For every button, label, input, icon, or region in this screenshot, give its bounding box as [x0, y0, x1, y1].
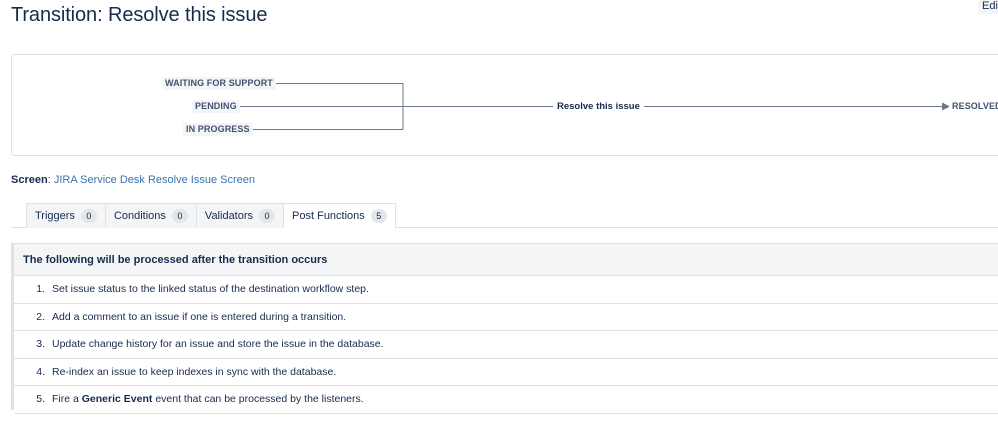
item-text-pre: Fire a	[52, 393, 79, 405]
tab-label: Post Functions	[292, 210, 365, 222]
item-number: 4.	[36, 365, 45, 378]
tab-validators[interactable]: Validators 0	[195, 203, 285, 228]
item-number: 2.	[36, 310, 45, 323]
status-in-progress[interactable]: IN PROGRESS	[183, 123, 253, 136]
post-functions-panel: The following will be processed after th…	[11, 243, 998, 414]
panel-heading: The following will be processed after th…	[14, 243, 998, 276]
item-text: Set issue status to the linked status of…	[52, 283, 369, 295]
list-item: 4. Re-index an issue to keep indexes in s…	[14, 359, 998, 386]
screen-info: Screen: JIRA Service Desk Resolve Issue …	[11, 174, 255, 186]
item-number: 5.	[36, 393, 45, 405]
tab-label: Triggers	[35, 210, 75, 222]
count-badge: 0	[259, 209, 276, 223]
item-text: Add a comment to an issue if one is ente…	[52, 310, 347, 323]
list-item: 5. Fire a Generic Event event that can be…	[14, 386, 998, 414]
item-text: Update change history for an issue and s…	[52, 338, 384, 350]
workflow-diagram: WAITING FOR SUPPORT PENDING IN PROGRESS …	[11, 54, 998, 156]
screen-link[interactable]: JIRA Service Desk Resolve Issue Screen	[54, 174, 255, 186]
edit-button[interactable]: Edi	[978, 0, 998, 14]
list-item: 1. Set issue status to the linked status …	[14, 276, 998, 304]
list-item: 2. Add a comment to an issue if one is en…	[14, 304, 998, 331]
status-resolved[interactable]: RESOLVED	[949, 100, 998, 113]
item-text: Re-index an issue to keep indexes in syn…	[52, 365, 337, 378]
screen-label: Screen	[11, 174, 48, 186]
transition-label[interactable]: Resolve this issue	[553, 101, 644, 112]
tab-post-functions[interactable]: Post Functions 5	[283, 203, 396, 229]
item-text-post: event that can be processed by the liste…	[155, 393, 364, 405]
status-pending[interactable]: PENDING	[192, 100, 240, 113]
page-title: Transition: Resolve this issue	[11, 4, 268, 26]
count-badge: 0	[80, 209, 97, 223]
tab-label: Conditions	[113, 210, 166, 222]
tab-bar: Triggers 0 Conditions 0 Validators 0 Pos…	[26, 203, 396, 229]
event-name: Generic Event	[81, 393, 153, 405]
item-number: 3.	[36, 338, 45, 350]
item-number: 1.	[36, 283, 45, 295]
count-badge: 5	[370, 209, 387, 223]
status-waiting-for-support[interactable]: WAITING FOR SUPPORT	[162, 77, 276, 90]
tab-triggers[interactable]: Triggers 0	[26, 203, 106, 228]
list-item: 3. Update change history for an issue and…	[14, 331, 998, 359]
diagram-lines	[238, 83, 950, 130]
tab-conditions[interactable]: Conditions 0	[104, 203, 197, 228]
tab-label: Validators	[204, 210, 254, 222]
count-badge: 0	[171, 209, 188, 223]
